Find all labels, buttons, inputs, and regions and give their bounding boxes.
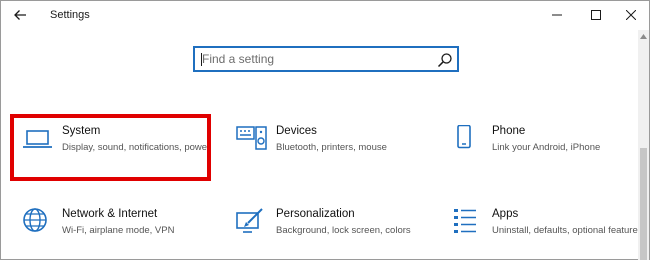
title-bar: Settings bbox=[1, 1, 649, 30]
settings-window: Settings System D bbox=[0, 0, 650, 260]
tile-description: Link your Android, iPhone bbox=[492, 142, 601, 153]
tile-title: Devices bbox=[276, 125, 317, 137]
minimize-icon bbox=[552, 14, 562, 16]
search-icon[interactable] bbox=[437, 52, 453, 68]
keyboard-speaker-icon bbox=[236, 126, 267, 150]
scroll-up-button[interactable] bbox=[638, 30, 649, 42]
chevron-up-icon bbox=[640, 33, 647, 39]
tile-title: Phone bbox=[492, 125, 526, 137]
tile-description: Wi-Fi, airplane mode, VPN bbox=[62, 225, 175, 236]
arrow-left-icon bbox=[14, 10, 26, 20]
tile-personalization[interactable]: Personalization Background, lock screen,… bbox=[236, 208, 436, 260]
scrollbar[interactable] bbox=[638, 30, 649, 260]
globe-icon bbox=[23, 208, 47, 232]
maximize-button[interactable] bbox=[579, 4, 613, 26]
app-list-icon bbox=[454, 209, 476, 233]
tile-devices[interactable]: Devices Bluetooth, printers, mouse bbox=[236, 125, 436, 185]
tile-title: Personalization bbox=[276, 208, 355, 220]
maximize-icon bbox=[591, 10, 601, 20]
tile-apps[interactable]: Apps Uninstall, defaults, optional featu… bbox=[452, 208, 650, 260]
tile-description: Background, lock screen, colors bbox=[276, 225, 411, 236]
close-button[interactable] bbox=[614, 4, 648, 26]
window-title: Settings bbox=[50, 9, 90, 21]
back-button[interactable] bbox=[10, 6, 30, 24]
minimize-button[interactable] bbox=[540, 4, 574, 26]
scroll-thumb[interactable] bbox=[640, 148, 647, 260]
annotation-highlight-box bbox=[10, 114, 211, 181]
search-input[interactable] bbox=[202, 51, 430, 67]
phone-icon bbox=[457, 125, 471, 149]
tile-title: Network & Internet bbox=[62, 208, 158, 220]
tile-network-internet[interactable]: Network & Internet Wi-Fi, airplane mode,… bbox=[22, 208, 222, 260]
tile-description: Uninstall, defaults, optional features bbox=[492, 225, 643, 236]
tile-phone[interactable]: Phone Link your Android, iPhone bbox=[452, 125, 650, 185]
tile-description: Bluetooth, printers, mouse bbox=[276, 142, 387, 153]
tile-title: Apps bbox=[492, 208, 519, 220]
brush-monitor-icon bbox=[236, 208, 263, 233]
close-icon bbox=[626, 10, 636, 20]
search-box[interactable] bbox=[193, 46, 459, 72]
